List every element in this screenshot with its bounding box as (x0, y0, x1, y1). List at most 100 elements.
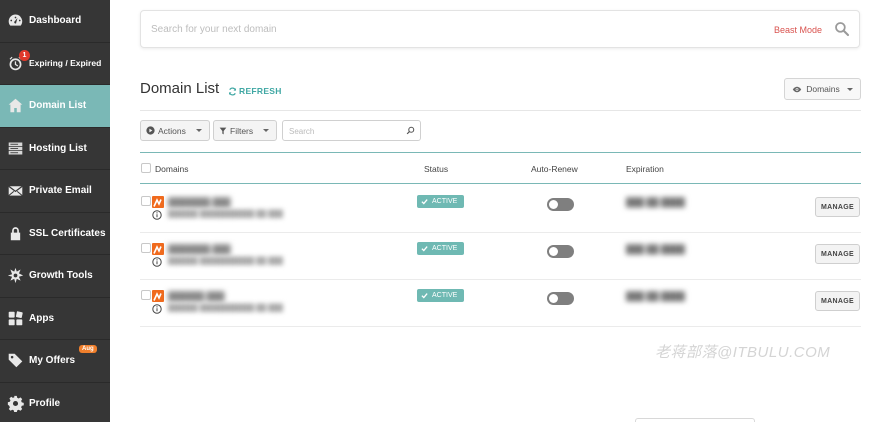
sidebar-item-label: Apps (29, 312, 54, 324)
sidebar-item-label: Private Email (29, 185, 92, 197)
offers-badge: Aug (79, 345, 97, 353)
info-icon[interactable] (152, 304, 162, 314)
auto-renew-toggle[interactable] (547, 292, 574, 305)
play-circle-icon (146, 126, 155, 135)
sidebar-item-label: Hosting List (29, 142, 87, 154)
sidebar-item-ssl-certificates[interactable]: SSL Certificates (0, 213, 110, 255)
gear-burst-icon (7, 267, 24, 284)
row-checkbox[interactable] (141, 243, 151, 253)
domains-dropdown-label: Domains (806, 84, 840, 94)
status-badge: ACTIVE (417, 195, 464, 208)
beast-mode-link[interactable]: Beast Mode (774, 25, 822, 35)
divider (140, 110, 861, 111)
speedometer-icon (7, 12, 24, 29)
search-icon[interactable] (406, 126, 415, 135)
info-icon[interactable] (152, 210, 162, 220)
domain-subtext: ██████ ███████████ ██ ███ (168, 211, 283, 218)
filters-label: Filters (230, 125, 254, 136)
registrar-logo-icon (152, 290, 164, 302)
expiration-date: ███ ██ ████ (626, 197, 685, 207)
manage-button[interactable]: MANAGE (815, 244, 860, 264)
popup-fragment (635, 418, 755, 422)
filters-dropdown[interactable]: Filters (213, 120, 277, 141)
table-row: ███████.███ ██████ ███████████ ██ ███ AC… (140, 233, 861, 280)
sidebar-item-dashboard[interactable]: Dashboard (0, 0, 110, 43)
refresh-icon (228, 87, 237, 95)
sidebar-item-domain-list[interactable]: Domain List (0, 85, 117, 128)
chevron-down-icon (263, 129, 270, 132)
sidebar-item-label: Growth Tools (29, 270, 93, 282)
table-header: Domains Status Auto-Renew Expiration (140, 152, 861, 184)
domains-view-dropdown[interactable]: Domains (784, 78, 861, 100)
home-icon (7, 97, 24, 114)
sidebar-item-profile[interactable]: Profile (0, 383, 110, 422)
check-icon (421, 246, 428, 252)
column-header-domains[interactable]: Domains (155, 164, 189, 174)
actions-label: Actions (158, 125, 186, 136)
domain-subtext: ██████ ███████████ ██ ███ (168, 258, 283, 265)
sidebar-item-hosting-list[interactable]: Hosting List (0, 128, 110, 170)
manage-button[interactable]: MANAGE (815, 291, 860, 311)
sidebar-item-label: Profile (29, 397, 61, 409)
sidebar-item-apps[interactable]: Apps (0, 298, 110, 340)
domain-name[interactable]: ███████.███ (168, 197, 231, 207)
column-header-auto-renew[interactable]: Auto-Renew (531, 164, 578, 174)
status-label: ACTIVE (432, 245, 458, 252)
chevron-down-icon (846, 87, 853, 91)
table-search-placeholder: Search (289, 127, 315, 136)
auto-renew-toggle[interactable] (547, 198, 574, 211)
sidebar-item-private-email[interactable]: Private Email (0, 170, 110, 213)
registrar-logo-icon (152, 196, 164, 208)
sidebar-item-label: My Offers (29, 355, 76, 367)
manage-button[interactable]: MANAGE (815, 197, 860, 217)
sidebar: Dashboard 1 Expiring / Expired Domain Li… (0, 0, 117, 422)
filter-icon (219, 127, 227, 134)
envelope-icon (7, 182, 24, 199)
expiration-date: ███ ██ ████ (626, 244, 685, 254)
sidebar-item-label: Domain List (29, 100, 87, 112)
row-checkbox[interactable] (141, 290, 151, 300)
registrar-logo-icon (152, 243, 164, 255)
page-title: Domain List (140, 80, 220, 97)
domain-name[interactable]: ██████.███ (168, 291, 225, 301)
sidebar-item-label: Dashboard (29, 15, 82, 27)
domain-subtext: ██████ ███████████ ██ ███ (168, 305, 283, 312)
sidebar-item-expiring[interactable]: 1 Expiring / Expired (0, 43, 110, 85)
chevron-down-icon (195, 129, 202, 132)
column-header-expiration[interactable]: Expiration (626, 164, 664, 174)
check-icon (421, 199, 428, 205)
column-header-status[interactable]: Status (424, 164, 448, 174)
search-icon[interactable] (834, 21, 850, 37)
watermark: 老蒋部落@ITBULU.COM (655, 344, 831, 361)
main-content: Search for your next domain Beast Mode D… (110, 0, 880, 422)
refresh-label: REFRESH (239, 86, 282, 96)
table-row: ██████.███ ██████ ███████████ ██ ███ ACT… (140, 280, 861, 327)
status-label: ACTIVE (432, 198, 458, 205)
status-badge: ACTIVE (417, 289, 464, 302)
sidebar-item-label: SSL Certificates (29, 227, 106, 239)
expiring-count-badge: 1 (19, 49, 30, 61)
eye-icon (793, 86, 802, 92)
check-icon (421, 293, 428, 299)
info-icon[interactable] (152, 257, 162, 267)
actions-dropdown[interactable]: Actions (140, 120, 210, 141)
refresh-link[interactable]: REFRESH (228, 86, 282, 96)
table-search-input[interactable]: Search (282, 120, 421, 141)
row-checkbox[interactable] (141, 196, 151, 206)
select-all-checkbox[interactable] (141, 163, 151, 173)
server-icon (7, 140, 24, 157)
domain-name[interactable]: ███████.███ (168, 244, 231, 254)
status-label: ACTIVE (432, 292, 458, 299)
sidebar-item-my-offers[interactable]: My Offers Aug (0, 340, 110, 383)
cog-icon (7, 395, 24, 412)
sidebar-item-growth-tools[interactable]: Growth Tools (0, 255, 110, 298)
auto-renew-toggle[interactable] (547, 245, 574, 258)
tag-icon (7, 352, 24, 369)
expiration-date: ███ ██ ████ (626, 291, 685, 301)
status-badge: ACTIVE (417, 242, 464, 255)
sidebar-item-label: Expiring / Expired (29, 58, 102, 69)
domain-search-input[interactable]: Search for your next domain (151, 24, 277, 35)
lock-icon (7, 225, 24, 242)
table-row: ███████.███ ██████ ███████████ ██ ███ AC… (140, 186, 861, 233)
domain-search-bar[interactable]: Search for your next domain Beast Mode (140, 10, 860, 48)
